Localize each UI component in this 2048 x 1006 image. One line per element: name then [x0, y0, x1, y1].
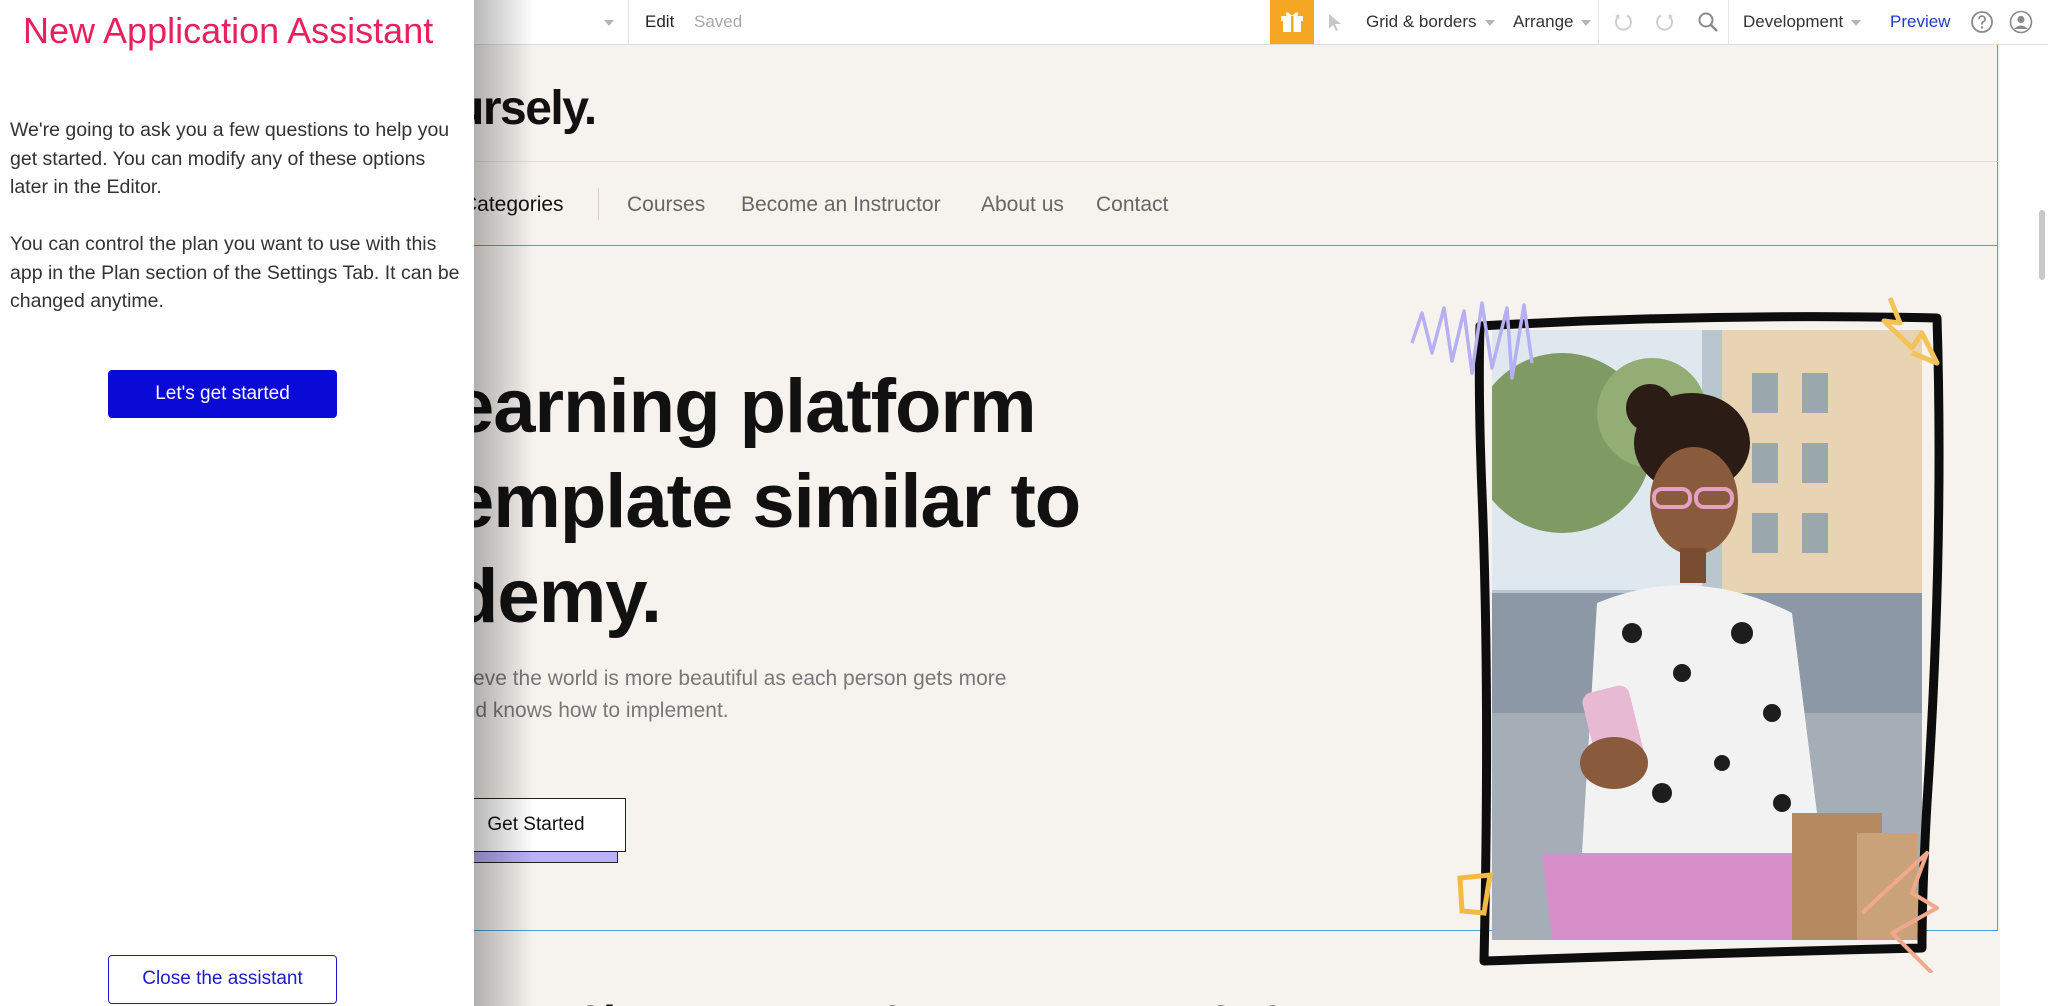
- nav-contact[interactable]: Contact: [1096, 193, 1168, 217]
- undo-icon[interactable]: [1610, 9, 1636, 35]
- toolbar-divider: [1598, 0, 1599, 44]
- environment-dropdown[interactable]: Development: [1743, 0, 1862, 44]
- gift-icon: [1281, 12, 1303, 32]
- nav-become-instructor[interactable]: Become an Instructor: [741, 193, 941, 217]
- stat-instructors[interactable]: 45+: [1536, 995, 1614, 1006]
- page-dropdown-caret[interactable]: [596, 0, 614, 44]
- arrange-menu[interactable]: Arrange: [1513, 0, 1592, 44]
- redo-icon[interactable]: [1652, 9, 1678, 35]
- toolbar-divider: [628, 0, 629, 44]
- hero-subtitle-line-1[interactable]: elieve the world is more beautiful as ea…: [452, 667, 1006, 691]
- nav-separator: [598, 188, 599, 220]
- hero-photo[interactable]: [1392, 293, 1972, 973]
- user-icon[interactable]: [2008, 9, 2034, 35]
- assistant-title: New Application Assistant: [23, 10, 434, 51]
- assistant-plan-text: You can control the plan you want to use…: [10, 233, 460, 312]
- vertical-scrollbar[interactable]: [2037, 45, 2048, 1006]
- search-icon[interactable]: [1695, 9, 1721, 35]
- edit-menu[interactable]: Edit: [645, 0, 674, 44]
- nav-courses[interactable]: Courses: [627, 193, 705, 217]
- hero-heading-line-1[interactable]: earning platform: [452, 363, 1037, 450]
- help-icon[interactable]: [1969, 9, 1995, 35]
- grid-borders-menu[interactable]: Grid & borders: [1366, 0, 1495, 44]
- get-started-assistant-button[interactable]: Let's get started: [108, 370, 337, 418]
- environment-label: Development: [1743, 12, 1844, 31]
- preview-link[interactable]: Preview: [1890, 0, 1950, 44]
- assistant-intro-text: We're going to ask you a few questions t…: [10, 119, 450, 198]
- save-status: Saved: [694, 12, 743, 31]
- stat-years[interactable]: 9+: [880, 995, 932, 1006]
- arrange-label: Arrange: [1513, 12, 1574, 31]
- cursor-icon[interactable]: [1322, 9, 1348, 35]
- stat-courses[interactable]: 356+: [1208, 995, 1312, 1006]
- toolbar-divider: [1728, 0, 1729, 44]
- close-assistant-button[interactable]: Close the assistant: [108, 955, 337, 1004]
- stat-students[interactable]: 12k+: [552, 995, 656, 1006]
- scrollbar-thumb[interactable]: [2039, 210, 2045, 280]
- assistant-panel: New Application Assistant We're going to…: [0, 0, 474, 1006]
- assistant-panel-shadow: [474, 0, 534, 1006]
- gift-button[interactable]: [1270, 0, 1314, 44]
- hero-heading-line-2[interactable]: emplate similar to: [452, 458, 1081, 545]
- nav-about-us[interactable]: About us: [981, 193, 1064, 217]
- grid-borders-label: Grid & borders: [1366, 12, 1477, 31]
